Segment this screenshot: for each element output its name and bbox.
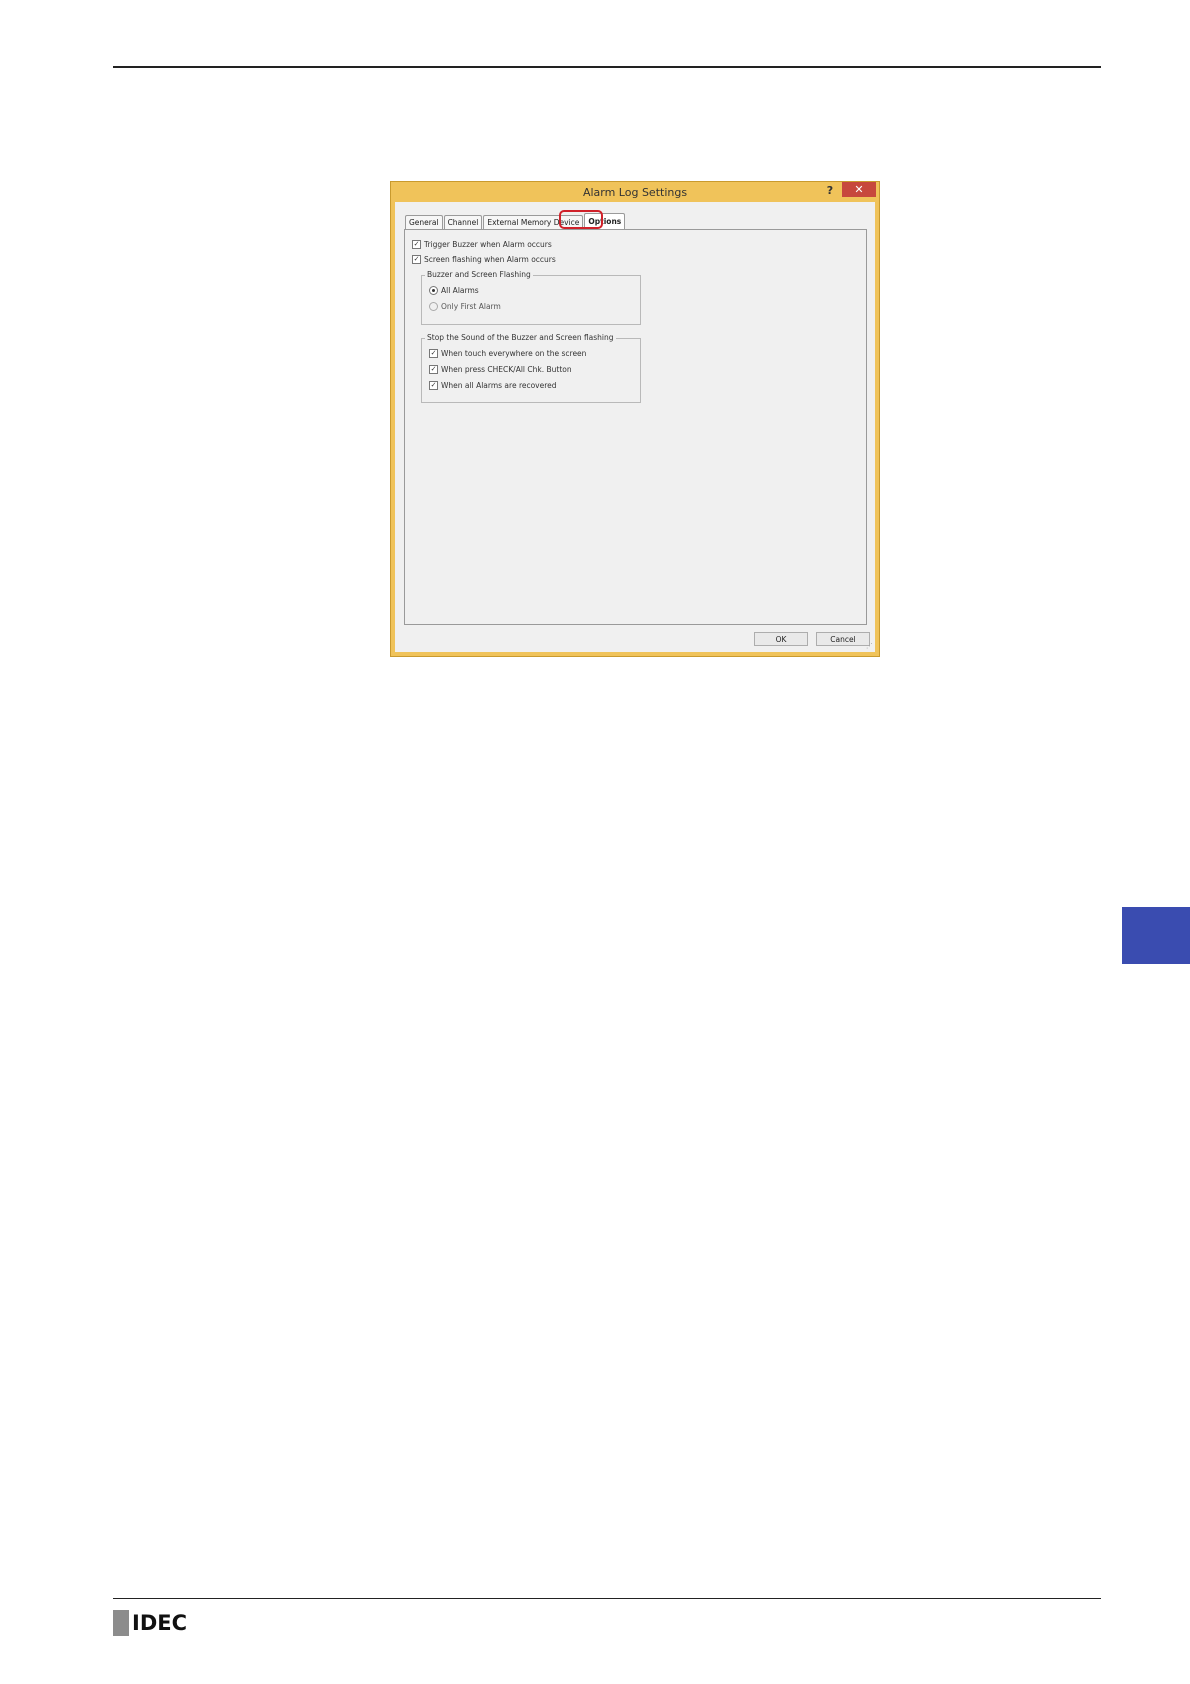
only-first-alarm-radio[interactable]: Only First Alarm [429, 302, 501, 311]
screen-flashing-checkbox[interactable]: ✓ Screen flashing when Alarm occurs [412, 255, 556, 264]
all-alarms-label: All Alarms [441, 286, 479, 295]
stop-sound-group: Stop the Sound of the Buzzer and Screen … [421, 333, 641, 403]
stop-sound-group-label: Stop the Sound of the Buzzer and Screen … [425, 333, 616, 342]
idec-logo: IDEC [113, 1610, 187, 1636]
screen-flashing-label: Screen flashing when Alarm occurs [424, 255, 556, 264]
touch-screen-label: When touch everywhere on the screen [441, 349, 587, 358]
cancel-button[interactable]: Cancel [816, 632, 870, 646]
checkbox-checked-icon: ✓ [412, 255, 421, 264]
radio-unselected-icon [429, 302, 438, 311]
checkbox-checked-icon: ✓ [429, 365, 438, 374]
checkbox-checked-icon: ✓ [429, 381, 438, 390]
trigger-buzzer-checkbox[interactable]: ✓ Trigger Buzzer when Alarm occurs [412, 240, 552, 249]
buzzer-flashing-group: Buzzer and Screen Flashing All Alarms On… [421, 270, 641, 325]
header-rule [113, 66, 1101, 68]
ok-button[interactable]: OK [754, 632, 808, 646]
only-first-alarm-label: Only First Alarm [441, 302, 501, 311]
title-bar[interactable]: Alarm Log Settings ? ✕ [391, 182, 879, 202]
logo-text: IDEC [132, 1611, 188, 1635]
touch-screen-checkbox[interactable]: ✓ When touch everywhere on the screen [429, 349, 586, 358]
checkbox-checked-icon: ✓ [412, 240, 421, 249]
options-panel: ✓ Trigger Buzzer when Alarm occurs ✓ Scr… [404, 229, 867, 625]
logo-mark-icon [113, 1610, 129, 1636]
close-button[interactable]: ✕ [842, 182, 876, 197]
dialog-client-area: General Channel External Memory Device O… [395, 202, 875, 652]
checkbox-checked-icon: ✓ [429, 349, 438, 358]
alarms-recovered-label: When all Alarms are recovered [441, 381, 557, 390]
dialog-title: Alarm Log Settings [582, 186, 688, 199]
resize-grip-icon[interactable]: ⋰ [866, 642, 873, 650]
alarms-recovered-checkbox[interactable]: ✓ When all Alarms are recovered [429, 381, 557, 390]
tab-general[interactable]: General [405, 215, 443, 229]
buzzer-flashing-group-label: Buzzer and Screen Flashing [425, 270, 533, 279]
footer-rule [113, 1598, 1101, 1599]
chapter-index-tab [1122, 907, 1190, 964]
press-check-button-label: When press CHECK/All Chk. Button [441, 365, 572, 374]
press-check-button-checkbox[interactable]: ✓ When press CHECK/All Chk. Button [429, 365, 572, 374]
help-button[interactable]: ? [823, 184, 837, 198]
radio-selected-icon [429, 286, 438, 295]
tab-channel[interactable]: Channel [443, 215, 483, 229]
all-alarms-radio[interactable]: All Alarms [429, 286, 479, 295]
options-tab-highlight [559, 210, 603, 229]
trigger-buzzer-label: Trigger Buzzer when Alarm occurs [424, 240, 552, 249]
alarm-log-settings-dialog: Alarm Log Settings ? ✕ General Channel E… [390, 181, 880, 657]
